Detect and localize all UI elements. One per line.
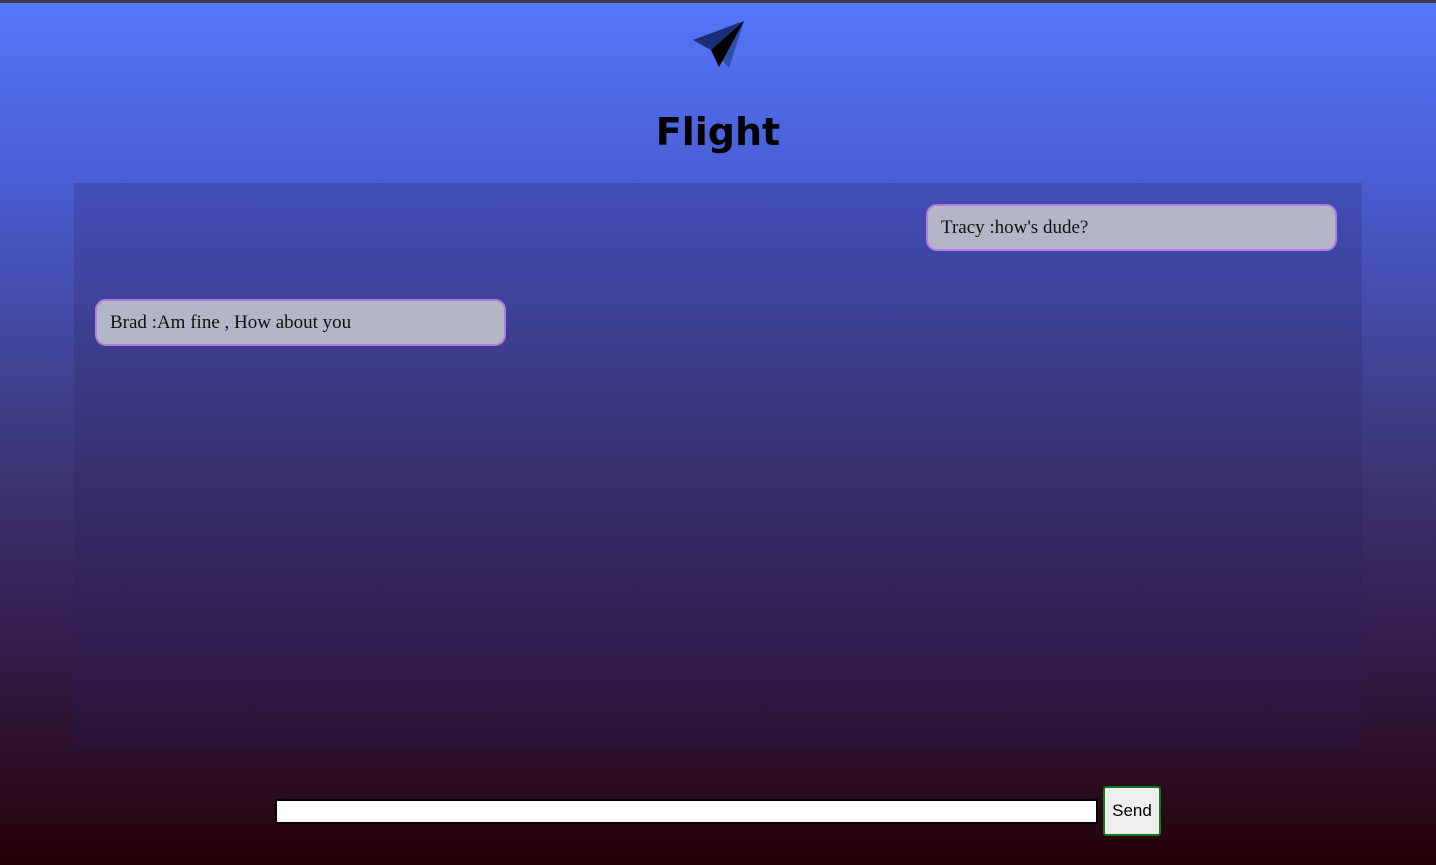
send-button[interactable]: Send bbox=[1103, 786, 1161, 836]
paper-plane-icon bbox=[693, 21, 744, 68]
chat-panel: Tracy :how's dude? Brad :Am fine , How a… bbox=[74, 183, 1362, 749]
window-top-border bbox=[0, 0, 1436, 3]
message-bubble-brad: Brad :Am fine , How about you bbox=[95, 299, 506, 346]
message-bubble-tracy: Tracy :how's dude? bbox=[926, 204, 1337, 251]
message-input[interactable] bbox=[275, 799, 1098, 824]
page-title: Flight bbox=[655, 110, 781, 154]
